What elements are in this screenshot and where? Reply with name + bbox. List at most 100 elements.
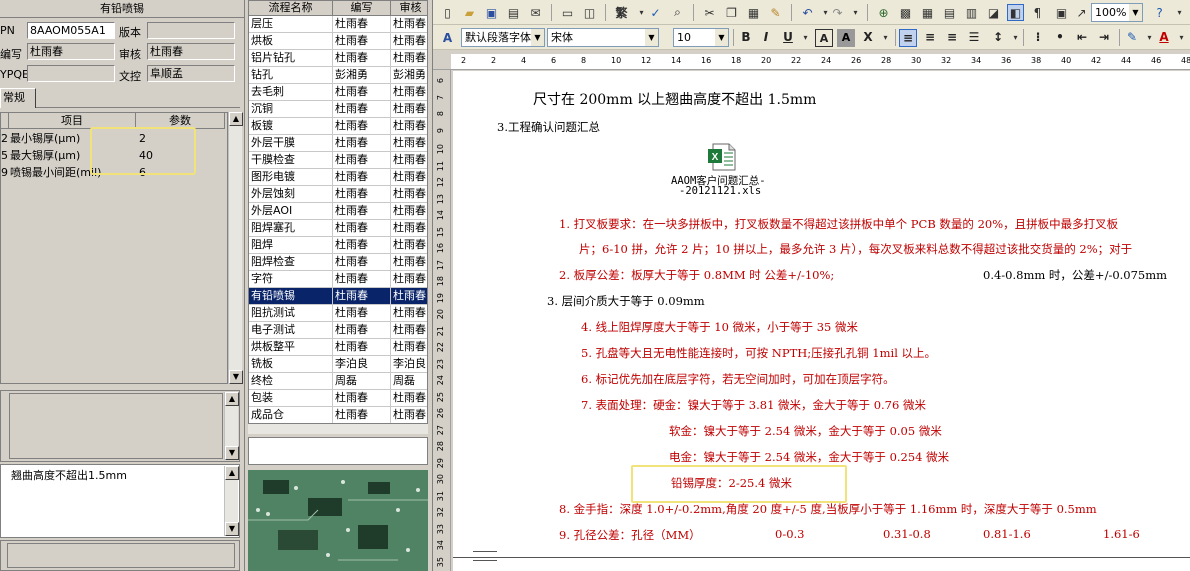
controller-field[interactable]: 阜顺孟 xyxy=(147,65,235,82)
process-row[interactable]: 层压 杜雨春 杜雨春 xyxy=(249,16,427,33)
redo-dropdown-icon[interactable]: ▾ xyxy=(847,4,864,21)
chevron-down-icon[interactable]: ▼ xyxy=(645,29,658,46)
open-folder-icon[interactable]: ▰ xyxy=(461,4,478,21)
process-row[interactable]: 阻抗测试 杜雨春 杜雨春 xyxy=(249,305,427,322)
table-row[interactable]: 5 最大锡厚(μm) 40 xyxy=(1,147,153,164)
drawing-icon[interactable]: ◪ xyxy=(985,4,1002,21)
horizontal-ruler[interactable]: 2 2 4 6 8 10 12 14 16 18 20 22 24 26 28 30 32 34 36 38 40 42 4… xyxy=(451,54,1190,70)
process-row[interactable]: 外层干膜 杜雨春 杜雨春 xyxy=(249,135,427,152)
increase-indent-button[interactable]: ⇥ xyxy=(1095,29,1113,47)
process-header-author[interactable]: 编写 xyxy=(333,1,391,16)
process-row[interactable]: 烘板 杜雨春 杜雨春 xyxy=(249,33,427,50)
table-move-handle[interactable] xyxy=(473,551,497,561)
process-row[interactable]: 外层AOI 杜雨春 杜雨春 xyxy=(249,203,427,220)
process-row[interactable]: 去毛刺 杜雨春 杜雨春 xyxy=(249,84,427,101)
font-size-combo[interactable]: 10 ▼ xyxy=(673,28,729,47)
type-field[interactable] xyxy=(27,65,115,82)
table-row[interactable]: 2 最小锡厚(μm) 2 xyxy=(1,130,146,147)
read-icon[interactable]: ▣ xyxy=(1053,4,1070,21)
attachment-name-2[interactable]: -20121121.xls xyxy=(679,185,761,197)
line-spacing-dropdown-icon[interactable]: ▾ xyxy=(1007,29,1024,46)
permission-icon[interactable]: ▤ xyxy=(505,4,522,21)
process-header-reviewer[interactable]: 审核 xyxy=(391,1,427,16)
font-color-dropdown-icon[interactable]: ▾ xyxy=(1173,29,1190,46)
new-document-icon[interactable]: ▯ xyxy=(439,4,456,21)
columns-icon[interactable]: ▥ xyxy=(963,4,980,21)
reviewer-field[interactable]: 杜雨春 xyxy=(147,43,235,60)
underline-button[interactable]: U xyxy=(779,29,797,47)
line-spacing-button[interactable]: ↕ xyxy=(989,29,1007,47)
undo-icon[interactable]: ↶ xyxy=(799,4,816,21)
pn-field[interactable]: 8AAOM055A1 xyxy=(27,22,115,39)
insert-table-icon[interactable]: ▦ xyxy=(919,4,936,21)
email-icon[interactable]: ✉ xyxy=(527,4,544,21)
underline-dropdown-icon[interactable]: ▾ xyxy=(797,29,814,46)
scroll-up-icon[interactable]: ▲ xyxy=(225,466,239,480)
process-row[interactable]: 图形电镀 杜雨春 杜雨春 xyxy=(249,169,427,186)
process-header-name[interactable]: 流程名称 xyxy=(249,1,333,16)
hyperlink-icon[interactable]: ⊕ xyxy=(875,4,892,21)
process-row[interactable]: 字符 杜雨春 杜雨春 xyxy=(249,271,427,288)
process-row[interactable]: 沉铜 杜雨春 杜雨春 xyxy=(249,101,427,118)
process-row[interactable]: 阻焊检查 杜雨春 杜雨春 xyxy=(249,254,427,271)
process-row[interactable]: 钻孔 彭湘勇 彭湘勇 xyxy=(249,67,427,84)
notes-area-2[interactable]: 翘曲高度不超出1.5mm ▲ ▼ xyxy=(0,464,240,538)
process-row[interactable]: 板镀 杜雨春 杜雨春 xyxy=(249,118,427,135)
process-row[interactable]: 阻焊塞孔 杜雨春 杜雨春 xyxy=(249,220,427,237)
highlight-button[interactable]: ✎ xyxy=(1123,29,1141,47)
char-border-button[interactable]: A xyxy=(815,29,833,47)
font-combo[interactable]: 宋体 ▼ xyxy=(547,28,659,47)
tab-selector-icon[interactable] xyxy=(433,54,451,70)
format-painter-icon[interactable]: ✎ xyxy=(767,4,784,21)
toolbar-options-icon[interactable]: ▾ xyxy=(1171,4,1188,21)
bold-button[interactable]: B xyxy=(737,29,755,47)
process-row[interactable]: 包装 杜雨春 杜雨春 xyxy=(249,390,427,407)
spelling-icon[interactable]: ✓ xyxy=(647,4,664,21)
process-row[interactable]: 铝片钻孔 杜雨春 杜雨春 xyxy=(249,50,427,67)
style-combo[interactable]: 默认段落字体 ▼ xyxy=(461,28,545,47)
research-icon[interactable]: ⌕ xyxy=(669,4,686,21)
document-page[interactable]: 尺寸在 200mm 以上翘曲高度不超出 1.5mm 3.工程确认问题汇总 X A… xyxy=(453,71,1190,571)
print-icon[interactable]: ▭ xyxy=(559,4,576,21)
process-note-input[interactable] xyxy=(248,437,428,465)
notes-area-1[interactable]: ▲ ▼ xyxy=(0,390,240,462)
version-field[interactable] xyxy=(147,22,235,39)
scroll-up-icon[interactable]: ▲ xyxy=(225,392,239,406)
process-row[interactable]: 有铅喷锡 杜雨春 杜雨春 xyxy=(249,288,427,305)
bullets-button[interactable]: • xyxy=(1051,29,1069,47)
scroll-down-icon[interactable]: ▼ xyxy=(225,522,239,536)
char-shading-button[interactable]: A xyxy=(837,29,855,47)
font-color-button[interactable]: A xyxy=(1155,29,1173,47)
help-icon[interactable]: ? xyxy=(1151,4,1168,21)
process-row[interactable]: 铣板 李泊良 李泊良 xyxy=(249,356,427,373)
notes-scrollbar[interactable]: ▲ ▼ xyxy=(224,466,239,536)
decrease-indent-button[interactable]: ⇤ xyxy=(1073,29,1091,47)
zoom-combo[interactable]: 100% ▼ xyxy=(1091,3,1143,22)
document-map-icon[interactable]: ◧ xyxy=(1007,4,1024,21)
align-right-button[interactable]: ≡ xyxy=(943,29,961,47)
save-icon[interactable]: ▣ xyxy=(483,4,500,21)
notes-scrollbar[interactable]: ▲ ▼ xyxy=(224,392,239,460)
process-row[interactable]: 干膜检查 杜雨春 杜雨春 xyxy=(249,152,427,169)
insert-excel-icon[interactable]: ▤ xyxy=(941,4,958,21)
process-row[interactable]: 外层蚀刻 杜雨春 杜雨春 xyxy=(249,186,427,203)
author-field[interactable]: 杜雨春 xyxy=(27,43,115,60)
process-row[interactable]: 烘板整平 杜雨春 杜雨春 xyxy=(249,339,427,356)
copy-icon[interactable]: ❐ xyxy=(723,4,740,21)
chevron-down-icon[interactable]: ▼ xyxy=(1129,4,1142,21)
vertical-ruler[interactable]: 6 7 8 9 10 11 12 13 14 15 16 17 18 19 20 21 22 23 24 25 26 27… xyxy=(433,70,451,571)
numbering-button[interactable]: ⁝ xyxy=(1029,29,1047,47)
italic-button[interactable]: I xyxy=(757,29,775,47)
process-row[interactable]: 成品仓 杜雨春 杜雨春 xyxy=(249,407,427,423)
styles-formatting-icon[interactable]: A xyxy=(439,29,456,46)
paste-icon[interactable]: ▦ xyxy=(745,4,762,21)
param-table-scrollbar[interactable]: ▲ ▼ xyxy=(228,112,243,384)
chevron-down-icon[interactable]: ▼ xyxy=(531,29,544,46)
trad-simp-convert-icon[interactable]: 繁 xyxy=(613,4,630,21)
table-row[interactable]: 9 喷锡最小间距(mil) 6 xyxy=(1,164,146,181)
chevron-down-icon[interactable]: ▼ xyxy=(715,29,728,46)
distributed-button[interactable]: ☰ xyxy=(965,29,983,47)
align-justify-button[interactable]: ≡ xyxy=(899,29,917,47)
scroll-down-icon[interactable]: ▼ xyxy=(225,446,239,460)
redo-icon[interactable]: ↷ xyxy=(829,4,846,21)
